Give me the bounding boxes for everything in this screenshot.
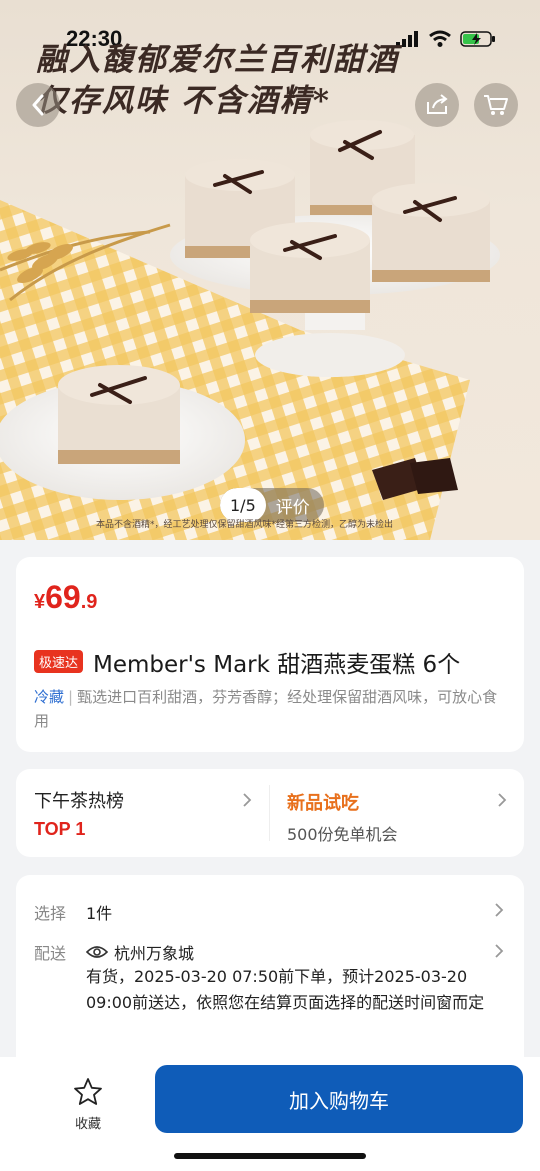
shopping-cart-icon [484, 95, 508, 115]
description-text: 甄选进口百利甜酒，芬芳香醇；经处理保留甜酒风味，可放心食用 [34, 688, 498, 730]
add-to-cart-button[interactable]: 加入购物车 [155, 1065, 523, 1133]
delivery-label: 配送 [34, 944, 67, 963]
ranking-entry[interactable]: 下午茶热榜 TOP 1 [34, 787, 124, 840]
store-name: 杭州万象城 [114, 944, 195, 963]
chevron-right-icon [495, 903, 504, 917]
price-decimal: .9 [80, 591, 98, 613]
price-integer: 69 [45, 579, 81, 615]
eye-icon [86, 946, 108, 958]
delivery-store: 杭州万象城 [86, 940, 194, 964]
status-icons [396, 30, 496, 48]
battery-charging-icon [460, 31, 495, 47]
bottom-action-bar: 收藏 加入购物车 [0, 1057, 540, 1171]
price-currency: ¥ [34, 591, 46, 613]
trial-entry[interactable]: 新品试吃 500份免单机会 [287, 789, 398, 845]
storage-tag: 冷藏 [34, 688, 65, 706]
ranking-title: 下午茶热榜 [34, 791, 124, 812]
ranking-badge: TOP 1 [34, 819, 86, 839]
trial-title: 新品试吃 [287, 793, 359, 814]
select-value: 1件 [86, 904, 113, 923]
promo-card: 下午茶热榜 TOP 1 新品试吃 500份免单机会 [16, 769, 524, 857]
product-price: ¥69.9 [34, 579, 97, 616]
headline-line-1: 融入馥郁爱尔兰百利甜酒 [36, 42, 399, 78]
tag-separator: | [68, 688, 74, 706]
headline-line-2: 仅存风味 不含酒精* [36, 83, 332, 119]
chevron-right-icon [495, 944, 504, 958]
wifi-icon [429, 30, 451, 47]
product-info-card: ¥69.9 极速达 Member's Mark 甜酒燕麦蛋糕 6个 冷藏 | 甄选进… [16, 557, 524, 752]
express-badge: 极速达 [34, 650, 84, 673]
product-title: Member's Mark 甜酒燕麦蛋糕 6个 [93, 652, 461, 678]
delivery-detail: 有货，2025-03-20 07:50前下单，预计2025-03-20 09:0… [86, 967, 485, 1012]
star-icon [74, 1078, 102, 1105]
image-disclaimer: 本品不含酒精*，经工艺处理仅保留甜酒风味*经第三方检测，乙醇为未检出 [96, 520, 394, 530]
chevron-left-icon [32, 94, 44, 116]
cart-button[interactable] [474, 83, 518, 127]
share-button[interactable] [415, 83, 459, 127]
promo-divider [269, 785, 270, 841]
share-icon [427, 94, 448, 114]
back-button[interactable] [16, 83, 60, 127]
product-image-carousel[interactable]: 22:30 融入馥郁爱尔兰百利甜酒 仅存风味 不含酒精* 1/5 评价 本品不含… [0, 0, 540, 540]
signal-icon [396, 31, 418, 47]
promo-headline: 融入馥郁爱尔兰百利甜酒 仅存风味 不含酒精* [36, 40, 399, 122]
home-indicator [174, 1153, 366, 1159]
trial-subtitle: 500份免单机会 [287, 825, 398, 844]
select-label: 选择 [34, 904, 67, 923]
chevron-right-icon [498, 793, 507, 807]
favorite-label: 收藏 [74, 1117, 101, 1132]
product-description: 冷藏 | 甄选进口百利甜酒，芬芳香醇；经处理保留甜酒风味，可放心食用 [34, 685, 506, 733]
chevron-right-icon [243, 793, 252, 807]
favorite-button[interactable]: 收藏 [60, 1077, 116, 1132]
delivery-card: 选择 1件 配送 杭州万象城 有货，2025-03-20 07:50前下单，预计… [16, 875, 524, 1075]
